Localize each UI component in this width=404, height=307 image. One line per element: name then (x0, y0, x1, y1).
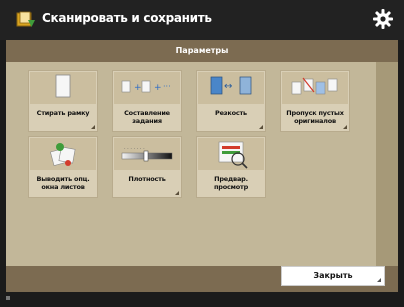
window-title: Сканировать и сохранить (42, 11, 212, 25)
skip-blank-originals-icon (282, 72, 348, 104)
svg-text:···: ··· (163, 82, 171, 91)
density-icon: · · · · · · · (114, 138, 180, 170)
tile-density[interactable]: · · · · · · · Плотность (112, 136, 182, 198)
options-panel: Параметры Стирать рамку + + ··· Составле… (6, 40, 398, 266)
tile-skip-blank-originals[interactable]: Пропуск пустых оригиналов (280, 70, 350, 132)
tile-label: Резкость (215, 109, 247, 117)
options-grid: Стирать рамку + + ··· Составление задани… (6, 62, 376, 266)
tile-label: Стирать рамку (36, 109, 90, 117)
submenu-indicator (343, 125, 347, 129)
svg-text:· · · · · · ·: · · · · · · · (124, 146, 145, 152)
status-indicator-icon (6, 296, 10, 300)
submenu-indicator (91, 125, 95, 129)
notify-sheets-icon (30, 138, 96, 170)
job-build-icon: + + ··· (114, 72, 180, 104)
tile-label: Предвар. просмотр (213, 175, 249, 191)
gear-icon[interactable] (372, 8, 394, 30)
status-bar (0, 292, 404, 307)
tile-erase-frame[interactable]: Стирать рамку (28, 70, 98, 132)
svg-text:+: + (134, 83, 142, 93)
tile-notify-sheets[interactable]: Выводить опц. окна листов (28, 136, 98, 198)
submenu-indicator (259, 125, 263, 129)
tile-preview[interactable]: Предвар. просмотр (196, 136, 266, 198)
tile-label: Составление задания (124, 109, 170, 125)
svg-text:↔: ↔ (224, 81, 232, 92)
title-bar: Сканировать и сохранить (0, 0, 404, 40)
preview-icon (198, 138, 264, 170)
tile-job-build[interactable]: + + ··· Составление задания (112, 70, 182, 132)
tile-label: Пропуск пустых оригиналов (286, 109, 344, 125)
submenu-indicator (175, 191, 179, 195)
scrollbar[interactable] (376, 62, 398, 266)
close-button[interactable]: Закрыть (281, 266, 385, 286)
tile-sharpness[interactable]: ↔ Резкость (196, 70, 266, 132)
screen: Сканировать и сохранить Параметры Стират… (0, 0, 404, 307)
options-header: Параметры (6, 40, 398, 62)
tile-label: Плотность (128, 175, 166, 183)
svg-text:+: + (154, 83, 162, 93)
close-button-corner (377, 278, 381, 282)
close-button-label: Закрыть (313, 271, 353, 280)
erase-frame-icon (30, 72, 96, 104)
scan-save-icon (14, 10, 36, 30)
sharpness-icon: ↔ (198, 72, 264, 104)
tile-label: Выводить опц. окна листов (36, 175, 90, 191)
